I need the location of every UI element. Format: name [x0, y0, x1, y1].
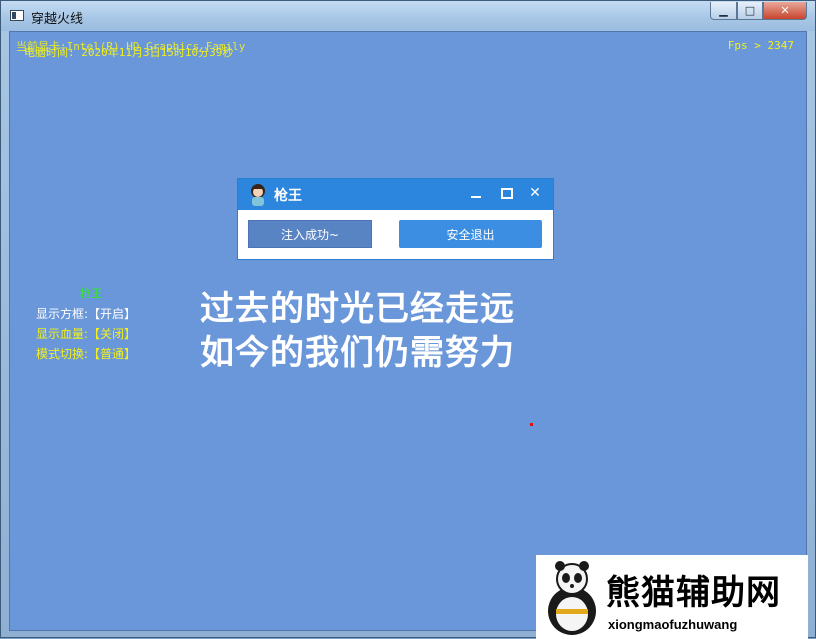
- cheat-menu: 枪王 显示方框:【开启】 显示血量:【关闭】 模式切换:【普通】: [36, 284, 146, 364]
- safe-exit-button[interactable]: 安全退出: [399, 220, 542, 248]
- game-window: 穿越火线 ▁ □ ✕ 当前显卡:Intel(R) HD Graphics Fam…: [0, 0, 816, 639]
- loader-dialog: 枪王 ✕ 注入成功~ 安全退出: [237, 178, 554, 260]
- menu-item-mode[interactable]: 模式切换:【普通】: [36, 344, 146, 364]
- window-title: 穿越火线: [31, 12, 84, 27]
- menu-item-box[interactable]: 显示方框:【开启】: [36, 304, 146, 324]
- avatar-icon: [251, 184, 265, 206]
- system-time-text: 电脑时间: 2020年11月3日15时10分39秒: [24, 46, 234, 59]
- watermark: 熊猫辅助网 xiongmaofuzhuwang: [536, 555, 808, 639]
- menu-item-value: 【普通】: [88, 347, 137, 361]
- watermark-url: xiongmaofuzhuwang: [608, 617, 738, 632]
- window-titlebar[interactable]: 穿越火线 ▁ □ ✕: [1, 1, 815, 31]
- fps-counter: Fps > 2347: [727, 39, 794, 52]
- crosshair-dot: [530, 423, 533, 426]
- menu-item-label: 显示血量:: [36, 327, 89, 341]
- menu-title: 枪王: [80, 287, 102, 300]
- dialog-close-icon[interactable]: ✕: [526, 184, 544, 202]
- window-close-button[interactable]: ✕: [763, 2, 807, 20]
- slogan-text: 过去的时光已经走远 如今的我们仍需努力: [200, 287, 515, 375]
- window-controls: ▁ □ ✕: [710, 2, 807, 22]
- menu-item-value: 【开启】: [88, 307, 137, 321]
- dialog-maximize-icon[interactable]: [497, 184, 515, 202]
- window-maximize-button[interactable]: □: [737, 2, 763, 20]
- app-icon: [10, 10, 24, 21]
- window-minimize-button[interactable]: ▁: [710, 2, 737, 20]
- dialog-minimize-icon[interactable]: [467, 184, 485, 202]
- menu-item-value: 【关闭】: [88, 327, 137, 341]
- menu-item-health[interactable]: 显示血量:【关闭】: [36, 324, 146, 344]
- game-viewport[interactable]: 当前显卡:Intel(R) HD Graphics Family 电脑时间: 2…: [9, 31, 807, 631]
- inject-button[interactable]: 注入成功~: [248, 220, 372, 248]
- slogan-line-1: 过去的时光已经走远: [200, 289, 515, 329]
- slogan-line-2: 如今的我们仍需努力: [200, 333, 515, 373]
- menu-item-label: 模式切换:: [36, 347, 89, 361]
- menu-item-label: 显示方框:: [36, 307, 89, 321]
- dialog-title: 枪王: [274, 188, 302, 204]
- dialog-titlebar[interactable]: 枪王 ✕: [238, 179, 553, 210]
- panda-logo-icon: [548, 561, 596, 635]
- watermark-title: 熊猫辅助网: [606, 573, 781, 613]
